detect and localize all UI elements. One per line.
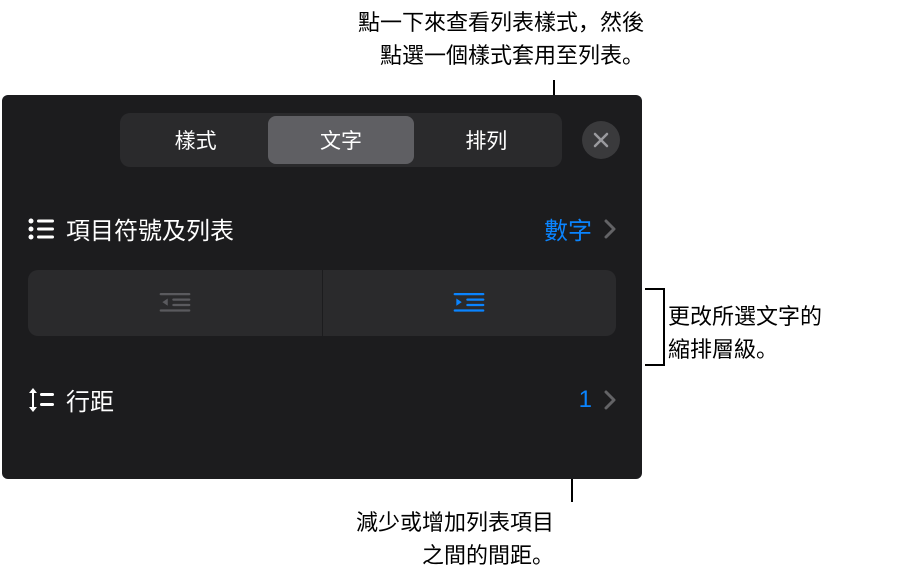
callout-text: 點一下來查看列表樣式，然後 xyxy=(358,10,644,35)
callout-line xyxy=(645,288,665,366)
format-panel: 樣式 文字 排列 項目符號及列表 xyxy=(2,95,642,479)
outdent-button[interactable] xyxy=(28,270,323,336)
close-button[interactable] xyxy=(582,121,620,159)
tab-row: 樣式 文字 排列 xyxy=(2,95,642,191)
tab-segmented-control: 樣式 文字 排列 xyxy=(120,113,562,167)
indent-icon xyxy=(450,289,488,317)
line-spacing-label: 行距 xyxy=(66,382,579,417)
line-spacing-row[interactable]: 行距 1 xyxy=(2,362,642,437)
tab-text[interactable]: 文字 xyxy=(268,116,413,164)
tab-arrange[interactable]: 排列 xyxy=(414,116,559,164)
callout-text: 之間的間距。 xyxy=(422,543,554,568)
bullets-lists-row[interactable]: 項目符號及列表 數字 xyxy=(2,191,642,266)
line-spacing-value: 1 xyxy=(579,386,592,414)
chevron-right-icon xyxy=(604,390,616,410)
tab-label: 文字 xyxy=(320,130,362,153)
callout-text: 點選一個樣式套用至列表。 xyxy=(380,43,644,68)
list-icon xyxy=(28,218,66,240)
bullets-lists-value: 數字 xyxy=(544,211,592,246)
line-spacing-icon xyxy=(28,387,66,413)
callout-line-spacing: 減少或增加列表項目 之間的間距。 xyxy=(0,506,554,572)
indent-button[interactable] xyxy=(323,270,617,336)
callout-text: 更改所選文字的 xyxy=(668,304,822,329)
tab-label: 樣式 xyxy=(175,130,217,153)
tab-label: 排列 xyxy=(465,130,507,153)
indent-control xyxy=(28,270,616,336)
callout-indent-level: 更改所選文字的 縮排層級。 xyxy=(668,300,822,366)
outdent-icon xyxy=(156,289,194,317)
close-icon xyxy=(593,132,609,148)
callout-text: 減少或增加列表項目 xyxy=(356,510,554,535)
callout-list-style: 點一下來查看列表樣式，然後 點選一個樣式套用至列表。 xyxy=(0,6,644,72)
indent-control-row xyxy=(2,266,642,362)
tab-style[interactable]: 樣式 xyxy=(123,116,268,164)
chevron-right-icon xyxy=(604,219,616,239)
callout-text: 縮排層級。 xyxy=(668,337,778,362)
bullets-lists-label: 項目符號及列表 xyxy=(66,211,544,246)
